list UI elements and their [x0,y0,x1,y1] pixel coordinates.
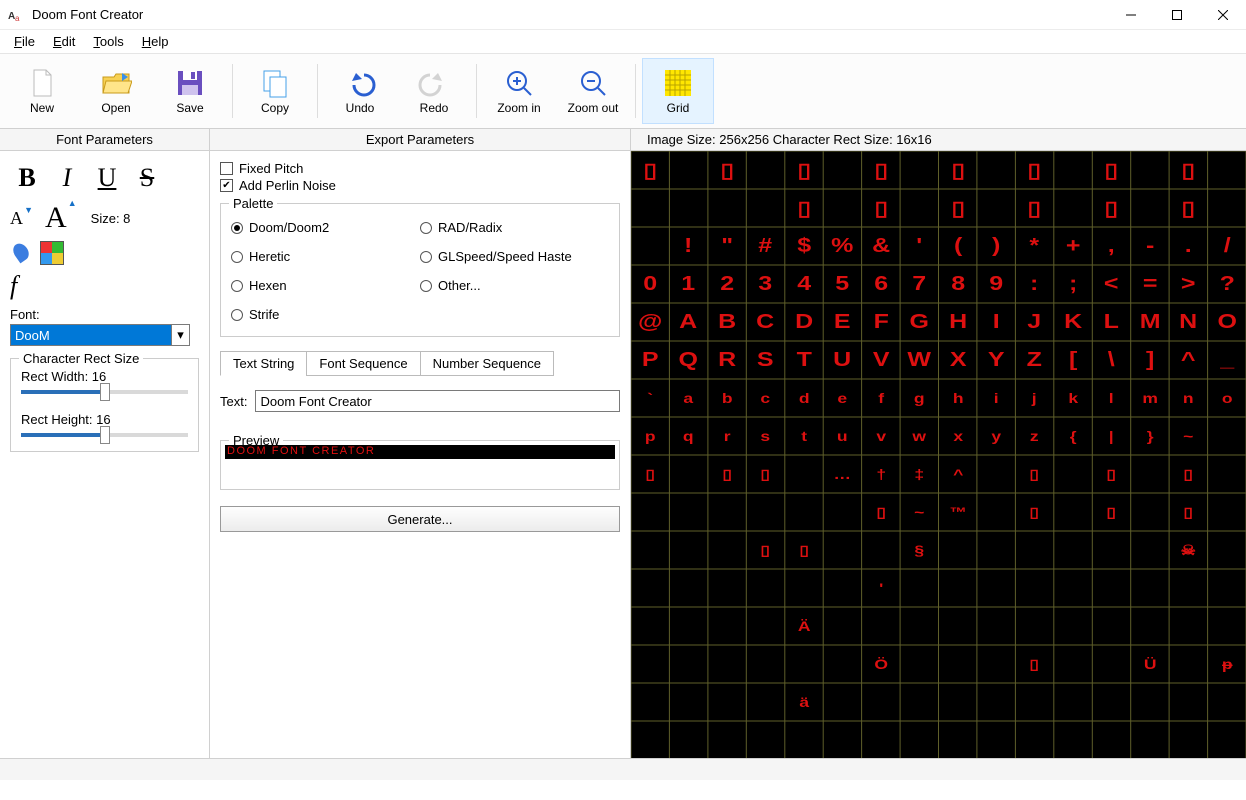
text-label: Text: [220,394,247,409]
tab-font-sequence[interactable]: Font Sequence [306,351,420,376]
palette-color-button[interactable] [40,241,64,265]
menu-edit[interactable]: Edit [45,32,83,51]
glyph-cell[interactable] [1203,493,1246,531]
menu-help[interactable]: Help [134,32,177,51]
svg-text:a: a [15,14,20,23]
export-parameters-panel: Export Parameters Fixed Pitch ✔Add Perli… [210,129,631,758]
grid-button[interactable]: Grid [642,58,714,124]
undo-button[interactable]: Undo [324,58,396,124]
palette-strife-radio[interactable]: Strife [231,307,420,322]
toolbar: New Open Save Copy Undo Redo Zoom in Zoo… [0,54,1246,129]
strike-button[interactable]: S [130,161,164,195]
glyph-cell[interactable]: _ [1203,341,1246,379]
underline-button[interactable]: U [90,161,124,195]
increase-size-button[interactable]: A▲ [45,201,67,235]
text-input[interactable] [255,390,620,412]
minimize-button[interactable] [1108,0,1154,30]
rect-width-slider[interactable] [21,390,188,394]
font-parameters-title: Font Parameters [0,129,209,151]
preview-text: Doom Font Creator [225,445,615,459]
font-label: Font: [10,307,199,322]
export-parameters-title: Export Parameters [210,129,630,151]
glyph-cell[interactable] [1203,455,1246,493]
palette-other-radio[interactable]: Other... [420,278,609,293]
glyph-cell[interactable] [1203,151,1246,189]
font-select-value: DooM [11,325,171,345]
palette-glspeed-radio[interactable]: GLSpeed/Speed Haste [420,249,609,264]
palette-hexen-radio[interactable]: Hexen [231,278,420,293]
tab-number-sequence[interactable]: Number Sequence [420,351,554,376]
glyph-cell[interactable] [1203,189,1246,227]
rect-width-label: Rect Width: 16 [21,369,188,384]
glyph-cell[interactable] [1203,569,1246,607]
font-canvas[interactable]: ▯▯▯▯▯▯▯▯▯▯▯▯▯▯!"#$%&'()*+,-./0123456789:… [631,151,1246,758]
copy-button[interactable]: Copy [239,58,311,124]
zoom-in-button[interactable]: Zoom in [483,58,555,124]
palette-doom-radio[interactable]: Doom/Doom2 [231,220,420,235]
save-button[interactable]: Save [154,58,226,124]
glyph-cell[interactable]: / [1203,227,1246,265]
font-select[interactable]: DooM ▾ [10,324,190,346]
size-label: Size: 8 [91,211,131,226]
canvas-info: Image Size: 256x256 Character Rect Size:… [631,129,1246,151]
glyph-cell[interactable] [1203,531,1246,569]
fixed-pitch-checkbox[interactable]: Fixed Pitch [220,161,620,176]
palette-rad-radio[interactable]: RAD/Radix [420,220,609,235]
glyph-cell[interactable]: o [1203,379,1246,417]
maximize-button[interactable] [1154,0,1200,30]
menu-file[interactable]: File [6,32,43,51]
glyph-cell[interactable]: ᵽ [1203,645,1246,683]
new-button[interactable]: New [6,58,78,124]
rect-height-label: Rect Height: 16 [21,412,188,427]
preview-group: Preview Doom Font Creator [220,440,620,490]
chevron-down-icon[interactable]: ▾ [171,325,189,345]
open-button[interactable]: Open [80,58,152,124]
palette-group: Palette Doom/Doom2 RAD/Radix Heretic GLS… [220,203,620,337]
menu-bar: File Edit Tools Help [0,30,1246,54]
preview-canvas-panel: Image Size: 256x256 Character Rect Size:… [631,129,1246,758]
glyph-cell[interactable] [1203,607,1246,645]
sequence-tabs: Text String Font Sequence Number Sequenc… [220,351,620,376]
window-title: Doom Font Creator [32,7,1108,22]
glyph-cell[interactable]: ? [1203,265,1246,303]
title-bar: Aa Doom Font Creator [0,0,1246,30]
close-button[interactable] [1200,0,1246,30]
glyph-cell[interactable] [1203,683,1246,721]
pen-color-button[interactable] [10,241,34,265]
glyph-cell[interactable] [1203,417,1246,455]
status-bar [0,758,1246,780]
glyph-cell[interactable]: O [1203,303,1246,341]
perlin-noise-checkbox[interactable]: ✔Add Perlin Noise [220,178,620,193]
glyph-grid: ▯▯▯▯▯▯▯▯▯▯▯▯▯▯!"#$%&'()*+,-./0123456789:… [631,151,1246,758]
zoom-out-button[interactable]: Zoom out [557,58,629,124]
redo-button[interactable]: Redo [398,58,470,124]
decrease-size-button[interactable]: A▼ [10,208,23,229]
app-icon: Aa [8,7,24,23]
rect-height-slider[interactable] [21,433,188,437]
menu-tools[interactable]: Tools [85,32,131,51]
generate-button[interactable]: Generate... [220,506,620,532]
tab-text-string[interactable]: Text String [220,351,307,376]
character-rect-group: Character Rect Size Rect Width: 16 Rect … [10,358,199,452]
font-style-button[interactable]: f [10,271,17,301]
italic-button[interactable]: I [50,161,84,195]
font-parameters-panel: Font Parameters B I U S A▼ A▲ Size: 8 f … [0,129,210,758]
palette-heretic-radio[interactable]: Heretic [231,249,420,264]
bold-button[interactable]: B [10,161,44,195]
